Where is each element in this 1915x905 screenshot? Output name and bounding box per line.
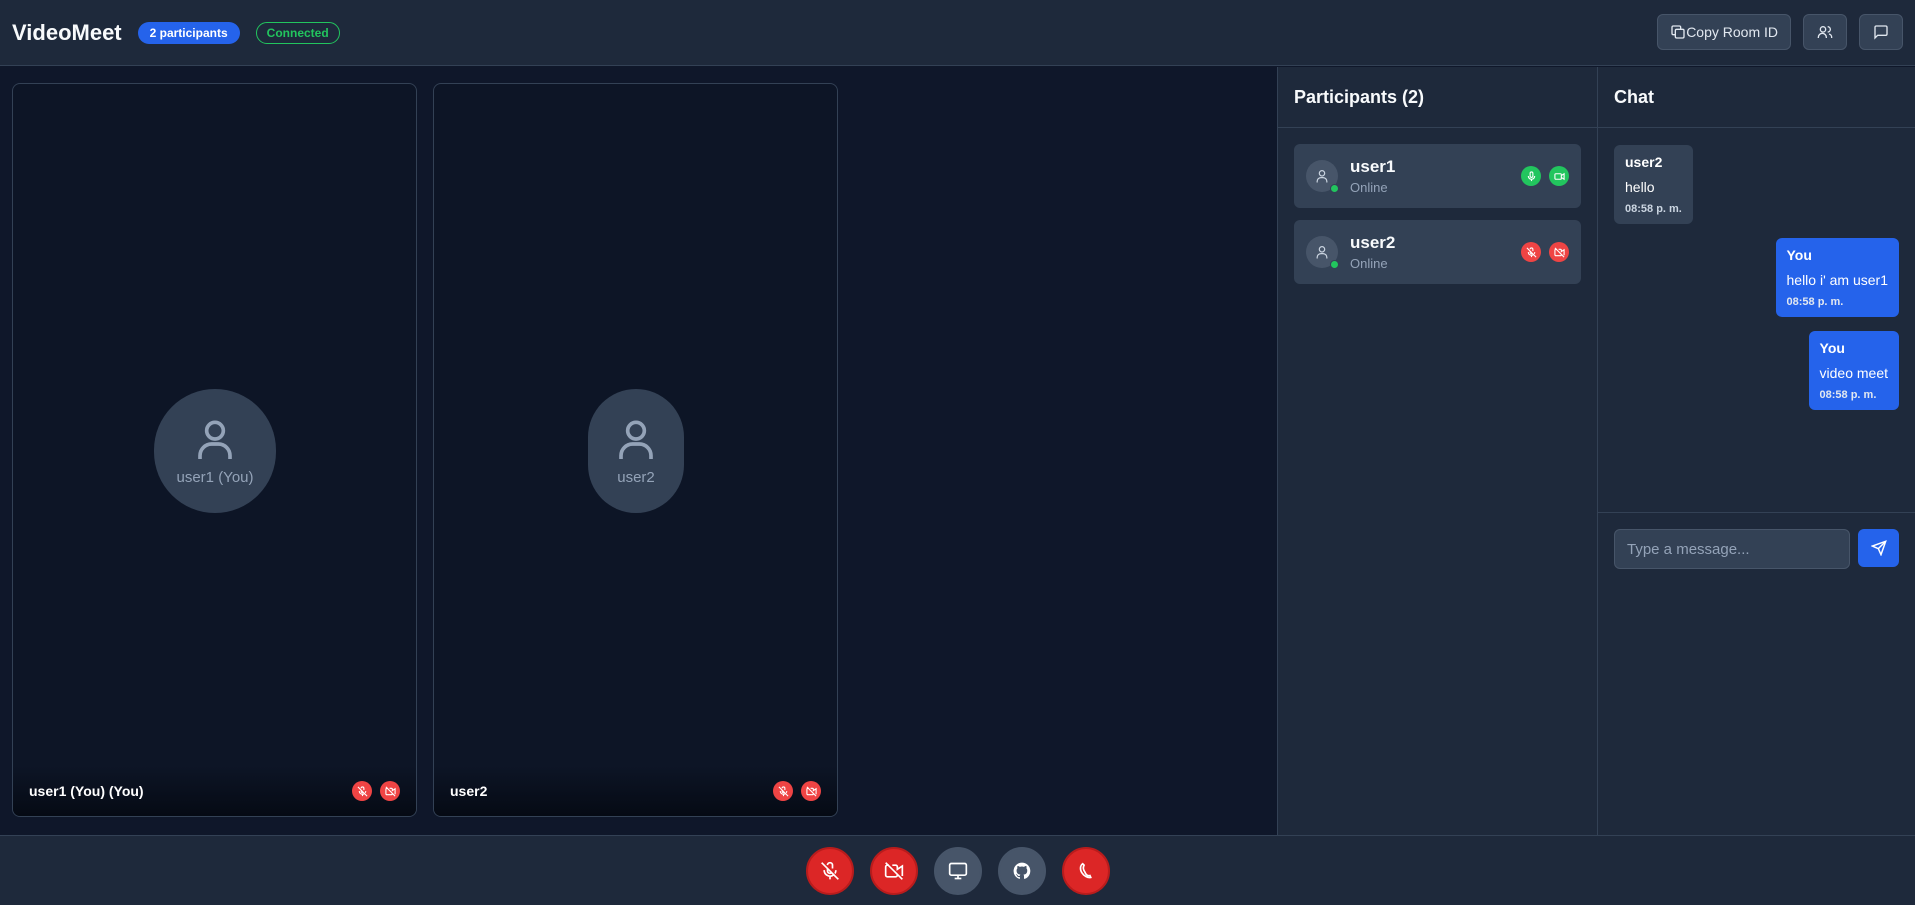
avatar: user1 (You) (154, 389, 276, 513)
chat-compose (1598, 512, 1915, 584)
toggle-camera-button[interactable] (869, 846, 918, 895)
copy-icon (1671, 25, 1685, 39)
participant-status: Online (1350, 256, 1388, 271)
participants-panel: Participants (2) user1 Online user2 Onli… (1277, 67, 1597, 835)
leave-call-button[interactable] (1061, 846, 1110, 895)
avatar-label: user2 (617, 468, 655, 486)
tile-footer: user1 (You) (You) (13, 766, 416, 816)
chat-messages: user2 hello 08:58 p. m. You hello i' am … (1598, 129, 1915, 513)
video-tile-user2: user2 user2 (433, 83, 838, 817)
mic-off-icon (773, 781, 793, 801)
share-screen-button[interactable] (933, 846, 982, 895)
tile-name: user2 (450, 783, 488, 799)
toggle-mic-button[interactable] (805, 846, 854, 895)
chat-heading: Chat (1598, 67, 1915, 128)
message-sender: user2 (1625, 154, 1663, 170)
copy-room-id-button[interactable]: Copy Room ID (1657, 14, 1791, 50)
message-text: hello i' am user1 (1786, 272, 1889, 288)
message-square-icon (1874, 25, 1888, 40)
chat-message: You video meet 08:58 p. m. (1808, 331, 1899, 410)
toggle-chat-button[interactable] (1859, 14, 1903, 50)
copy-room-id-label: Copy Room ID (1686, 24, 1778, 40)
app-title: VideoMeet (12, 19, 122, 45)
mic-off-icon (820, 861, 839, 880)
video-off-icon (801, 781, 821, 801)
message-time: 08:58 p. m. (1819, 389, 1877, 401)
video-tile-user1: user1 (You) user1 (You) (You) (12, 83, 417, 817)
message-text: hello (1625, 179, 1655, 195)
monitor-icon (948, 862, 967, 879)
avatar (1306, 236, 1339, 269)
message-time: 08:58 p. m. (1625, 203, 1682, 215)
header-actions: Copy Room ID (1657, 14, 1903, 50)
chat-message-input[interactable] (1614, 529, 1850, 569)
user-icon (198, 419, 232, 459)
video-off-icon (884, 861, 903, 880)
participant-status: Online (1350, 180, 1388, 195)
github-button[interactable] (997, 846, 1046, 895)
message-text: video meet (1819, 365, 1888, 381)
mic-off-icon (1521, 242, 1541, 262)
message-sender: You (1819, 340, 1845, 356)
user-icon (1316, 246, 1328, 259)
users-icon (1817, 26, 1833, 38)
chat-panel: Chat user2 hello 08:58 p. m. You hello i… (1597, 67, 1915, 835)
call-controls (0, 835, 1915, 905)
mic-off-icon (352, 781, 372, 801)
user-icon (1316, 170, 1328, 183)
participant-name: user1 (1350, 157, 1396, 176)
connection-status-badge: Connected (255, 21, 340, 44)
participant-name: user2 (1350, 233, 1396, 252)
message-sender: You (1786, 247, 1812, 263)
send-icon (1870, 540, 1887, 556)
avatar: user2 (588, 389, 684, 513)
chat-message: You hello i' am user1 08:58 p. m. (1775, 238, 1899, 317)
list-item: user1 Online (1294, 144, 1581, 208)
video-off-icon (1549, 242, 1569, 262)
send-message-button[interactable] (1858, 529, 1899, 567)
message-time: 08:58 p. m. (1786, 296, 1844, 308)
user-icon (619, 419, 653, 459)
video-off-icon (380, 781, 400, 801)
avatar (1306, 160, 1339, 193)
toggle-participants-button[interactable] (1803, 14, 1847, 50)
video-icon (1549, 166, 1569, 186)
chat-message: user2 hello 08:58 p. m. (1614, 145, 1693, 224)
mic-icon (1521, 166, 1541, 186)
avatar-label: user1 (You) (176, 468, 254, 486)
participants-list: user1 Online user2 Online (1278, 128, 1597, 312)
app-header: VideoMeet 2 participants Connected Copy … (0, 0, 1915, 66)
list-item: user2 Online (1294, 220, 1581, 284)
tile-footer: user2 (434, 766, 837, 816)
phone-off-icon (1079, 862, 1092, 878)
github-icon (1013, 862, 1030, 879)
participants-heading: Participants (2) (1278, 67, 1597, 128)
participants-count-badge: 2 participants (137, 21, 240, 44)
video-grid: user1 (You) user1 (You) (You) user2 user… (0, 67, 1277, 835)
online-indicator (1330, 260, 1339, 269)
online-indicator (1330, 184, 1339, 193)
tile-name: user1 (You) (You) (29, 783, 144, 799)
